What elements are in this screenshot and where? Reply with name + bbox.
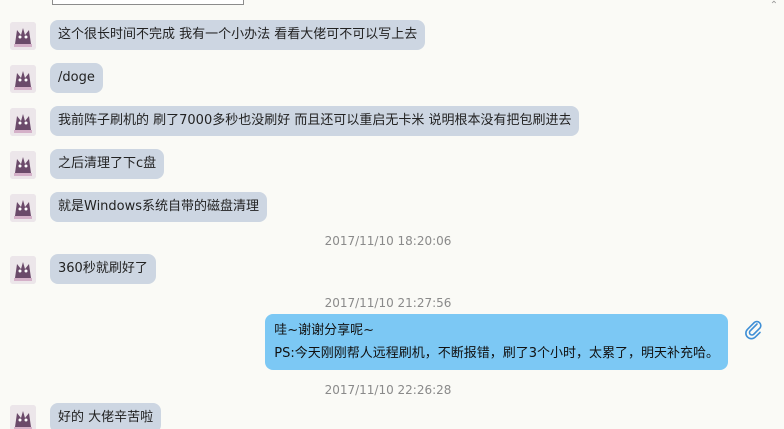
avatar[interactable] — [10, 22, 36, 50]
avatar-icon — [10, 194, 36, 222]
avatar[interactable] — [10, 108, 36, 136]
avatar[interactable] — [10, 151, 36, 179]
message-bubble: 好的 大佬辛苦啦 — [50, 403, 162, 429]
outgoing-message-bubble: 哇~谢谢分享呢~ PS:今天刚刚帮人远程刷机，不断报错，刷了3个小时，太累了，明… — [265, 314, 728, 370]
outgoing-message-line: PS:今天刚刚帮人远程刷机，不断报错，刷了3个小时，太累了，明天补充哈。 — [274, 346, 719, 361]
outgoing-message-line: 哇~谢谢分享呢~ — [274, 323, 375, 338]
avatar-icon — [10, 108, 36, 136]
avatar-icon — [10, 65, 36, 93]
scroll-up-icon[interactable]: ⌃ — [768, 1, 780, 11]
message-edit-box[interactable] — [52, 0, 244, 5]
message-bubble: 这个很长时间不完成 我有一个小办法 看看大佬可不可以写上去 — [50, 20, 426, 50]
message-bubble: 我前阵子刷机的 刷了7000多秒也没刷好 而且还可以重启无卡米 说明根本没有把包… — [50, 106, 580, 136]
avatar[interactable] — [10, 194, 36, 222]
avatar-icon — [10, 22, 36, 50]
avatar[interactable] — [10, 405, 36, 429]
timestamp: 2017/11/10 21:27:56 — [324, 296, 452, 310]
chat-history: ⌃ 这个很长时间不完成 我有一个小办法 看看大佬可不可以写上去 /doge 我前… — [0, 0, 784, 429]
avatar-icon — [10, 151, 36, 179]
timestamp: 2017/11/10 18:20:06 — [324, 234, 452, 248]
message-bubble: 就是Windows系统自带的磁盘清理 — [50, 192, 268, 222]
message-bubble: 360秒就刷好了 — [50, 254, 156, 284]
timestamp: 2017/11/10 22:26:28 — [324, 383, 452, 397]
avatar-icon — [10, 405, 36, 429]
message-bubble: 之后清理了下c盘 — [50, 149, 165, 179]
paperclip-icon[interactable] — [744, 320, 764, 340]
message-bubble: /doge — [50, 63, 103, 93]
avatar[interactable] — [10, 65, 36, 93]
avatar[interactable] — [10, 256, 36, 284]
avatar-icon — [10, 256, 36, 284]
